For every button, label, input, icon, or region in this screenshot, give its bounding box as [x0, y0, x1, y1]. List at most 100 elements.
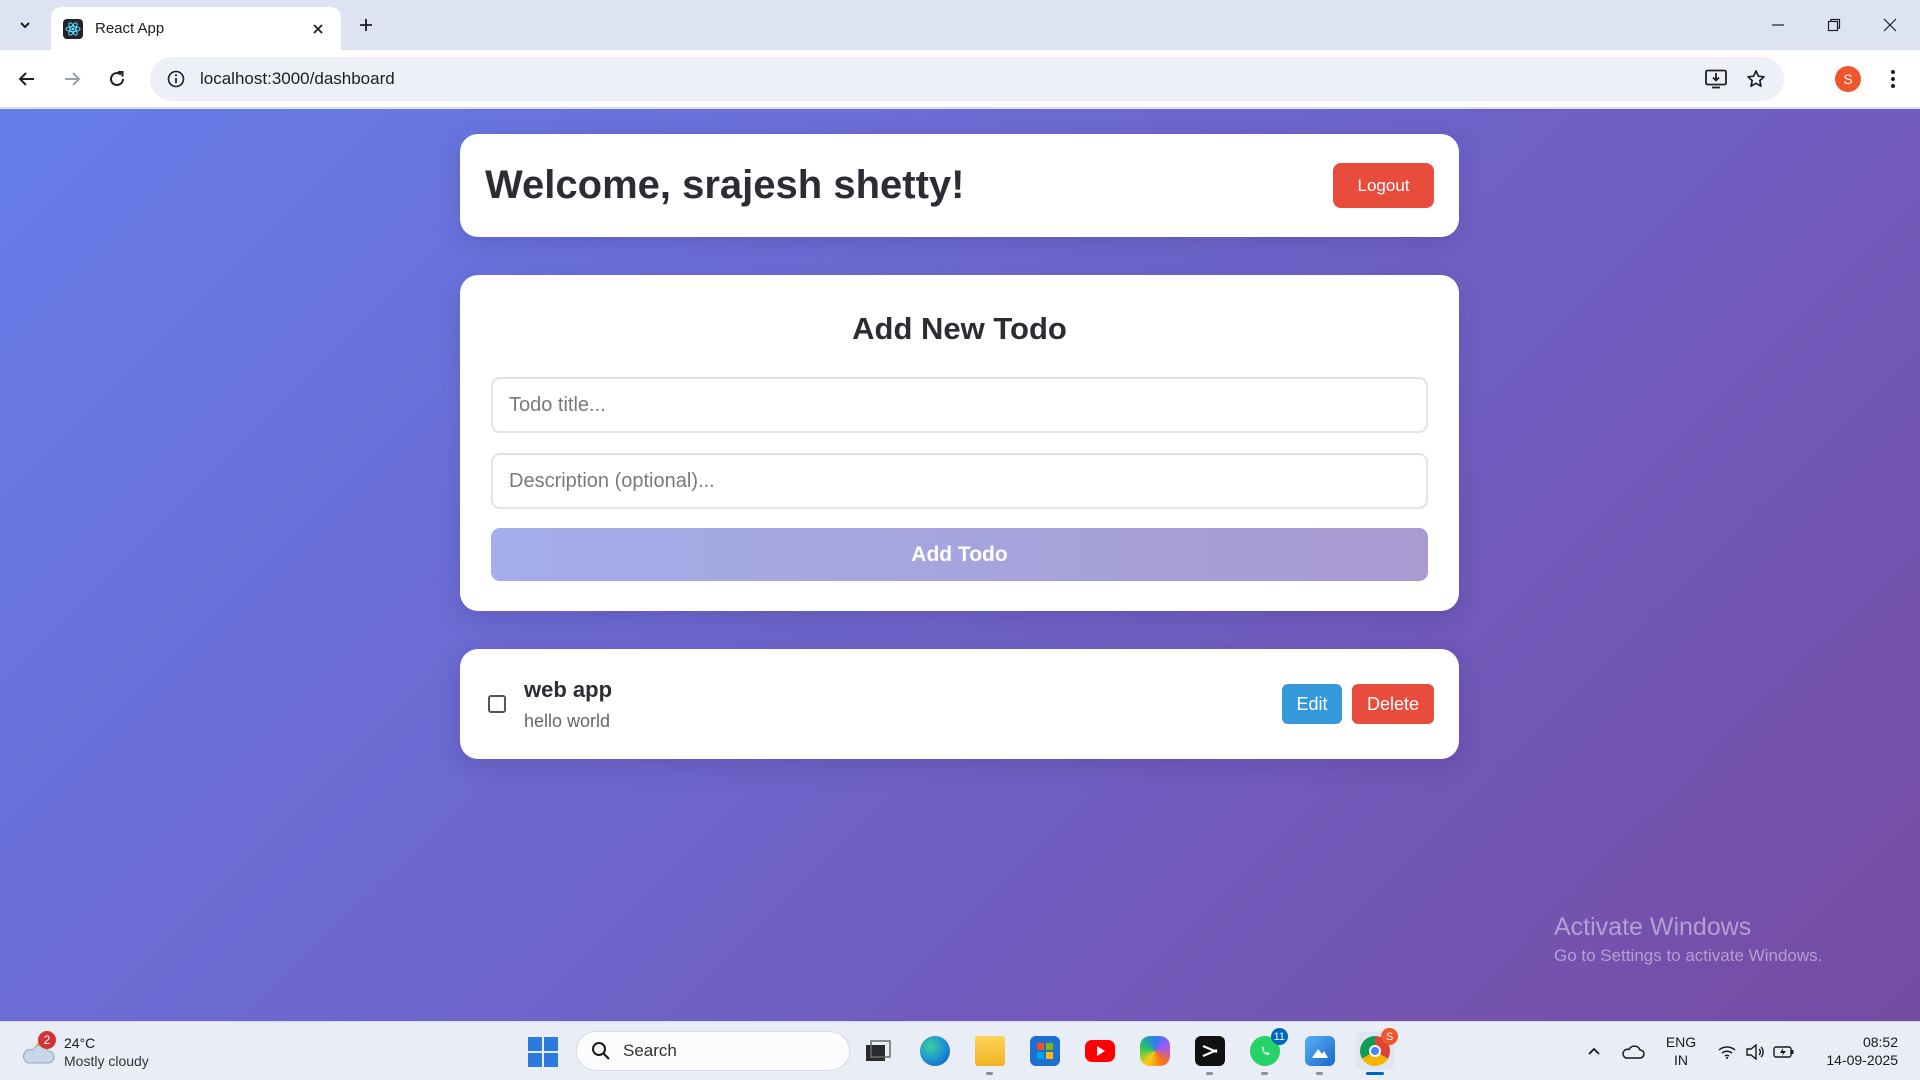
search-icon	[592, 1042, 610, 1060]
activation-watermark: Activate Windows Go to Settings to activ…	[1554, 913, 1822, 966]
windows-taskbar: 2 24°C Mostly cloudy Search 11 S ENG IN …	[0, 1021, 1920, 1080]
show-hidden-icons-button[interactable]	[1582, 1022, 1606, 1080]
restore-icon	[1827, 18, 1841, 32]
start-button[interactable]	[526, 1035, 560, 1069]
plus-icon	[360, 19, 372, 31]
browser-menu-button[interactable]	[1878, 62, 1908, 96]
delete-todo-button[interactable]: Delete	[1352, 684, 1434, 724]
tab-search-button[interactable]	[10, 10, 40, 40]
active-indicator	[1366, 1072, 1384, 1075]
taskbar-app-capcut[interactable]	[1191, 1032, 1229, 1075]
dashboard-header: Welcome, srajesh shetty! Logout	[460, 134, 1459, 237]
volume-tray-icon[interactable]	[1743, 1022, 1767, 1080]
address-bar[interactable]: localhost:3000/dashboard	[150, 57, 1784, 101]
weather-condition: Mostly cloudy	[64, 1053, 149, 1069]
input-language-indicator[interactable]: ENG IN	[1664, 1033, 1698, 1069]
tab-title: React App	[95, 20, 165, 37]
add-todo-button[interactable]: Add Todo	[491, 528, 1428, 581]
running-indicator	[1316, 1072, 1323, 1075]
minimize-icon	[1772, 24, 1784, 26]
taskbar-app-file-explorer[interactable]	[971, 1032, 1009, 1075]
weather-alert-badge: 2	[38, 1031, 56, 1049]
speaker-icon	[1746, 1043, 1764, 1060]
edit-todo-button[interactable]: Edit	[1282, 684, 1342, 724]
todo-content: web app hello world	[524, 677, 1282, 732]
search-label: Search	[623, 1041, 677, 1060]
add-todo-heading: Add New Todo	[852, 311, 1067, 346]
browser-titlebar: React App	[0, 0, 1920, 50]
running-indicator	[1206, 1072, 1213, 1075]
task-view-button[interactable]	[859, 1032, 897, 1070]
site-info-icon[interactable]	[154, 57, 198, 101]
windows-logo-icon	[528, 1037, 558, 1067]
watermark-title: Activate Windows	[1554, 913, 1752, 941]
taskbar-app-store[interactable]	[1026, 1032, 1064, 1070]
taskbar-app-whatsapp[interactable]: 11	[1246, 1028, 1288, 1075]
bookmark-star-icon[interactable]	[1736, 59, 1776, 99]
running-indicator	[986, 1072, 993, 1075]
language-code: ENG	[1665, 1034, 1697, 1050]
folder-icon	[975, 1036, 1005, 1066]
forward-button[interactable]	[55, 62, 89, 96]
new-tab-button[interactable]	[352, 11, 380, 39]
taskbar-search[interactable]: Search	[576, 1031, 850, 1071]
copilot-icon	[1140, 1036, 1170, 1066]
taskbar-app-copilot[interactable]	[1136, 1032, 1174, 1070]
taskbar-app-youtube[interactable]	[1081, 1032, 1119, 1070]
language-region: IN	[1674, 1052, 1688, 1068]
reload-icon	[110, 71, 124, 86]
chrome-profile-badge: S	[1381, 1028, 1398, 1045]
welcome-heading: Welcome, srajesh shetty!	[485, 163, 965, 207]
taskbar-app-edge[interactable]	[916, 1032, 954, 1070]
wifi-icon	[1718, 1045, 1736, 1059]
todo-item: web app hello world Edit Delete	[460, 649, 1459, 759]
youtube-icon	[1085, 1040, 1115, 1062]
whatsapp-notification-badge: 11	[1270, 1028, 1288, 1045]
onedrive-cloud-icon	[1622, 1044, 1645, 1059]
capcut-icon	[1195, 1036, 1225, 1066]
battery-charging-icon	[1773, 1045, 1794, 1058]
arrow-left-icon	[18, 72, 34, 86]
todo-complete-checkbox[interactable]	[488, 695, 506, 713]
weather-text: 24°C Mostly cloudy	[64, 1034, 149, 1070]
network-tray-icon[interactable]	[1715, 1022, 1739, 1080]
todo-title-input[interactable]	[491, 377, 1428, 433]
todo-description-input[interactable]	[491, 453, 1428, 509]
cloud-icon: 2	[20, 1031, 56, 1067]
taskbar-clock[interactable]: 08:52 14-09-2025	[1812, 1033, 1898, 1069]
browser-tab-active[interactable]: React App	[51, 7, 341, 50]
todo-description: hello world	[524, 710, 611, 731]
page-viewport: Welcome, srajesh shetty! Logout Add New …	[0, 109, 1920, 1021]
minimize-button[interactable]	[1750, 0, 1806, 50]
kebab-menu-icon	[1891, 70, 1895, 88]
todo-title: web app	[524, 676, 613, 702]
react-logo-icon	[63, 18, 83, 39]
url-text[interactable]: localhost:3000/dashboard	[200, 69, 1696, 89]
taskbar-app-photos[interactable]	[1301, 1032, 1339, 1075]
watermark-subtitle: Go to Settings to activate Windows.	[1554, 946, 1823, 965]
back-button[interactable]	[10, 62, 44, 96]
photos-icon	[1305, 1036, 1335, 1066]
add-todo-form: Add New Todo Add Todo	[460, 275, 1459, 611]
chevron-down-icon	[20, 22, 30, 29]
install-app-icon[interactable]	[1696, 59, 1736, 99]
running-indicator	[1261, 1072, 1268, 1075]
profile-avatar[interactable]: S	[1835, 66, 1861, 92]
close-window-button[interactable]	[1862, 0, 1918, 50]
chevron-up-icon	[1588, 1047, 1600, 1055]
close-icon	[1883, 18, 1897, 32]
onedrive-tray-icon[interactable]	[1618, 1022, 1648, 1080]
weather-widget[interactable]: 2 24°C Mostly cloudy	[20, 1031, 170, 1073]
reload-button[interactable]	[100, 62, 134, 96]
taskbar-app-chrome[interactable]: S	[1356, 1028, 1398, 1075]
logout-button[interactable]: Logout	[1333, 163, 1434, 208]
tab-close-icon[interactable]	[307, 18, 329, 40]
arrow-right-icon	[65, 72, 81, 86]
weather-temperature: 24°C	[64, 1035, 96, 1051]
clock-date: 14-09-2025	[1826, 1052, 1898, 1068]
clock-time: 08:52	[1862, 1034, 1898, 1050]
edge-icon	[920, 1036, 950, 1066]
battery-tray-icon[interactable]	[1771, 1022, 1797, 1080]
restore-button[interactable]	[1806, 0, 1862, 50]
store-icon	[1030, 1036, 1060, 1066]
